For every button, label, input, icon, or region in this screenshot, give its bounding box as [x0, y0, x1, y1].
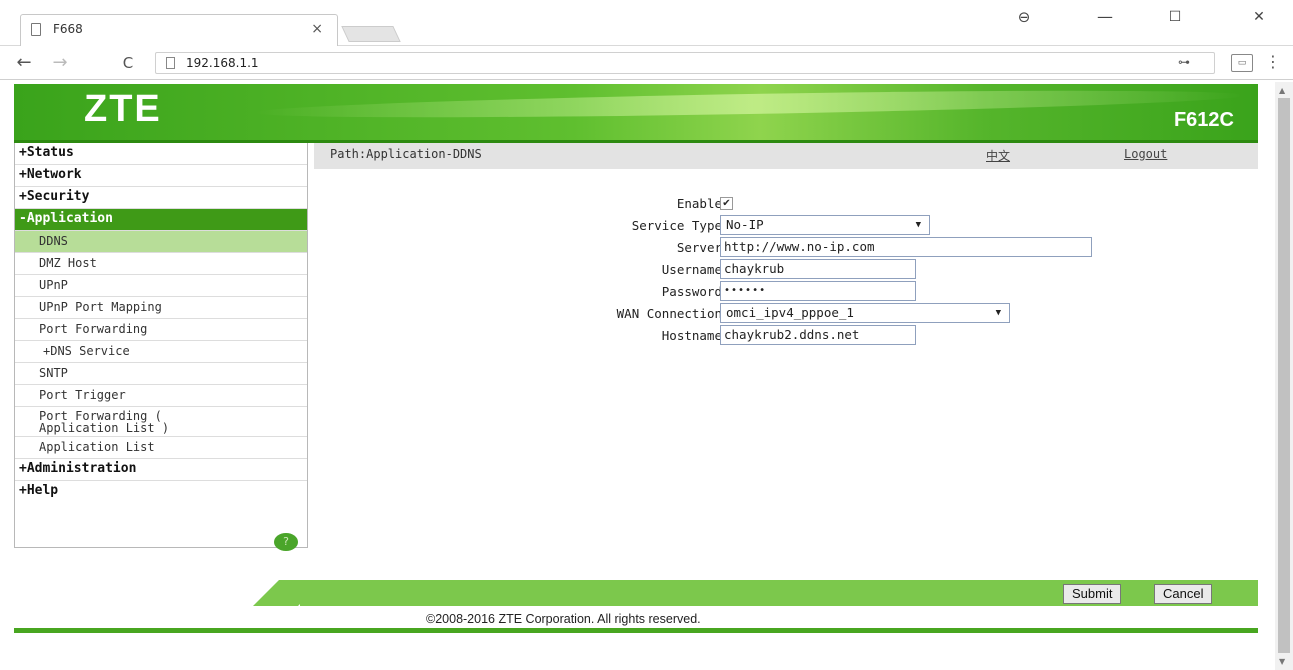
- wan-connection-select[interactable]: omci_ipv4_pppoe_1 ▼: [720, 303, 1010, 323]
- header-swoosh: [253, 85, 1245, 123]
- password-row: Password ••••••: [314, 281, 1258, 303]
- sidebar-item-application[interactable]: -Application: [15, 209, 307, 231]
- service-type-row: Service Type No-IP ▼: [314, 215, 1258, 237]
- sidebar-item-status[interactable]: +Status: [15, 143, 307, 165]
- url-text[interactable]: 192.168.1.1: [186, 56, 259, 70]
- copyright-text: ©2008-2016 ZTE Corporation. All rights r…: [426, 612, 701, 626]
- breadcrumb: Path:Application-DDNS: [330, 147, 482, 161]
- page-info-icon[interactable]: [166, 57, 175, 69]
- username-input[interactable]: chaykrub: [720, 259, 916, 279]
- tab-title: F668: [53, 22, 83, 36]
- submit-button[interactable]: Submit: [1063, 584, 1122, 604]
- wan-connection-label: WAN Connection: [616, 306, 722, 321]
- wan-connection-row: WAN Connection omci_ipv4_pppoe_1 ▼: [314, 303, 1258, 325]
- sidebar-item-upnp[interactable]: UPnP: [15, 275, 307, 297]
- hostname-label: Hostname: [661, 328, 722, 343]
- scroll-down-icon[interactable]: ▼: [1279, 657, 1285, 666]
- hostname-row: Hostname chaykrub2.ddns.net: [314, 325, 1258, 347]
- sidebar-item-port-forwarding[interactable]: Port Forwarding: [15, 319, 307, 341]
- cancel-button[interactable]: Cancel: [1154, 584, 1213, 604]
- reload-button[interactable]: C: [116, 51, 140, 75]
- key-icon[interactable]: ⊶: [1178, 55, 1190, 69]
- menu-icon[interactable]: ⋮: [1265, 52, 1281, 71]
- maximize-button[interactable]: ☐: [1153, 4, 1197, 30]
- scroll-up-icon[interactable]: ▲: [1279, 86, 1285, 95]
- sidebar-item-upnp-port-mapping[interactable]: UPnP Port Mapping: [15, 297, 307, 319]
- chevron-down-icon: ▼: [915, 220, 921, 230]
- model-name: F612C: [1173, 109, 1234, 131]
- service-type-label: Service Type: [631, 218, 722, 233]
- sidebar-item-ddns[interactable]: DDNS: [15, 231, 307, 253]
- new-tab-button[interactable]: [341, 26, 401, 42]
- forward-button[interactable]: →: [48, 51, 72, 75]
- zte-logo: ZTE: [84, 88, 162, 130]
- server-label: Server: [676, 240, 722, 255]
- sidebar-item-sntp[interactable]: SNTP: [15, 363, 307, 385]
- sidebar-item-dns-service[interactable]: +DNS Service: [15, 341, 307, 363]
- username-label: Username: [661, 262, 722, 277]
- sidebar-item-administration[interactable]: +Administration: [15, 459, 307, 481]
- username-row: Username chaykrub: [314, 259, 1258, 281]
- sidebar-item-dmz-host[interactable]: DMZ Host: [15, 253, 307, 275]
- page-icon: [31, 23, 41, 36]
- hostname-input[interactable]: chaykrub2.ddns.net: [720, 325, 916, 345]
- sidebar-item-network[interactable]: +Network: [15, 165, 307, 187]
- enable-checkbox[interactable]: ✔: [720, 197, 733, 210]
- scroll-thumb[interactable]: [1278, 98, 1290, 653]
- logout-link[interactable]: Logout: [1124, 147, 1167, 161]
- sidebar-menu: +Status +Network +Security -Application …: [14, 143, 308, 551]
- back-button[interactable]: ←: [12, 51, 36, 75]
- password-label: Password: [661, 284, 722, 299]
- browser-toolbar: ← → C 192.168.1.1 ⊶ ▭ ⋮: [0, 46, 1293, 80]
- sidebar-item-application-list[interactable]: Application List: [15, 437, 307, 459]
- sidebar-item-label-line2: Application List ): [39, 421, 170, 435]
- router-header: ZTE F612C: [14, 84, 1258, 140]
- enable-label: Enable: [676, 196, 722, 211]
- server-input[interactable]: http://www.no-ip.com: [720, 237, 1092, 257]
- password-input[interactable]: ••••••: [720, 281, 916, 301]
- browser-tab[interactable]: F668 ×: [20, 14, 338, 46]
- path-bar: Path:Application-DDNS 中文 Logout: [314, 143, 1258, 169]
- profile-icon[interactable]: ⊖: [1002, 4, 1046, 30]
- service-type-select[interactable]: No-IP ▼: [720, 215, 930, 235]
- help-icon[interactable]: ?: [274, 533, 298, 551]
- browser-tabbar: F668 × ⊖ — ☐ ✕: [0, 0, 1293, 46]
- wan-connection-value: omci_ipv4_pppoe_1: [726, 305, 854, 320]
- sidebar-item-security[interactable]: +Security: [15, 187, 307, 209]
- chevron-down-icon: ▼: [995, 308, 1001, 318]
- page-scrollbar[interactable]: ▲ ▼: [1275, 82, 1293, 670]
- server-row: Server http://www.no-ip.com: [314, 237, 1258, 259]
- cast-icon[interactable]: ▭: [1231, 54, 1253, 72]
- service-type-value: No-IP: [726, 217, 764, 232]
- close-window-button[interactable]: ✕: [1237, 4, 1281, 30]
- sidebar-item-port-forwarding-app-list[interactable]: Port Forwarding ( Application List ): [15, 407, 307, 437]
- sidebar-item-port-trigger[interactable]: Port Trigger: [15, 385, 307, 407]
- enable-row: Enable ✔: [314, 193, 1258, 215]
- address-bar[interactable]: 192.168.1.1 ⊶: [155, 52, 1215, 74]
- footer-bar: [14, 628, 1258, 633]
- tab-close-icon[interactable]: ×: [311, 21, 323, 37]
- sidebar-item-help[interactable]: +Help: [15, 481, 307, 503]
- minimize-button[interactable]: —: [1083, 4, 1127, 30]
- language-link[interactable]: 中文: [986, 147, 1010, 164]
